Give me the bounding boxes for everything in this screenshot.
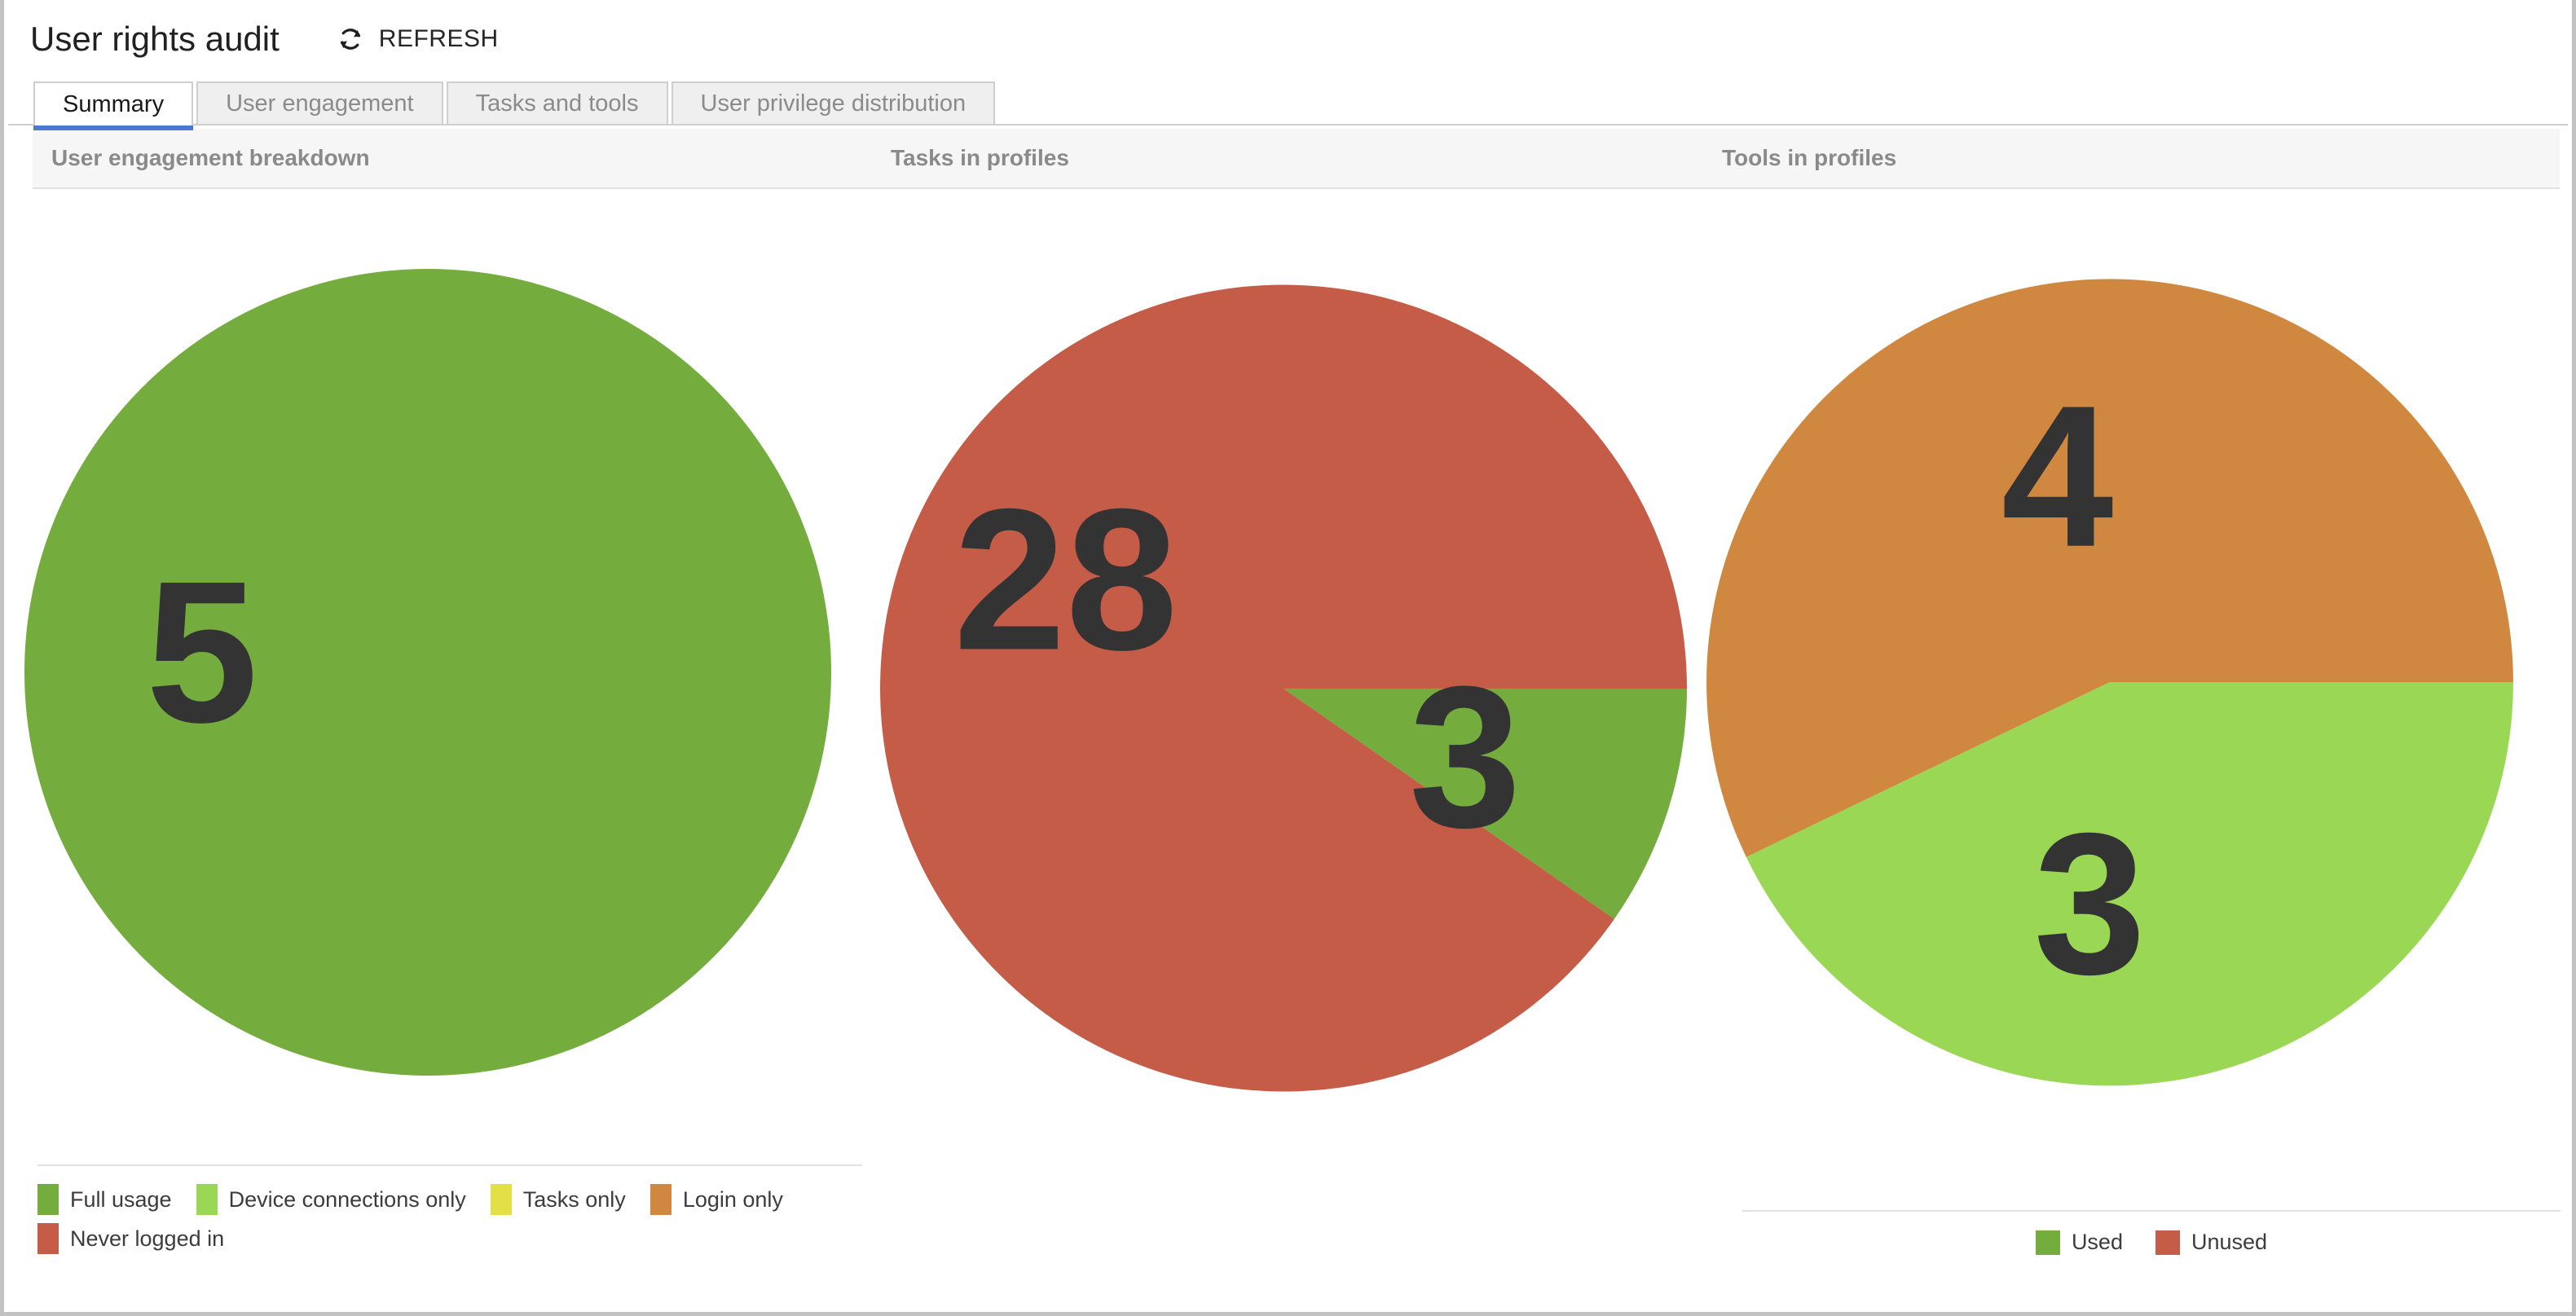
tab-label: Tasks and tools: [475, 90, 639, 117]
legend-item-login-only[interactable]: Login only: [650, 1184, 783, 1215]
refresh-button[interactable]: REFRESH: [335, 24, 499, 55]
column-header-strip: User engagement breakdown Tasks in profi…: [33, 129, 2560, 189]
pie-svg-2: 3 28: [880, 284, 1688, 1092]
legend-user-engagement-breakdown: Full usage Device connections only Tasks…: [37, 1164, 862, 1287]
legend-item-device-connections-only[interactable]: Device connections only: [196, 1184, 466, 1215]
tab-label: User privilege distribution: [700, 90, 967, 117]
column-header-user-engagement-breakdown: User engagement breakdown: [51, 145, 370, 170]
legend-label: Tasks only: [522, 1186, 626, 1212]
pie-chart-tools-in-profiles[interactable]: 3 4: [1706, 279, 2514, 1086]
charts-area: 5 Full usage Device connections only Tas…: [8, 189, 2568, 1308]
pie-data-label: 4: [2001, 364, 2114, 589]
legend-swatch-icon: [650, 1184, 672, 1215]
pie-chart-tasks-in-profiles[interactable]: 3 28: [880, 284, 1688, 1092]
user-rights-audit-window: User rights audit REFRESH Summary User e…: [0, 0, 2576, 1316]
legend-label: Device connections only: [228, 1186, 466, 1212]
refresh-label: REFRESH: [378, 25, 499, 52]
pie-data-label: 3: [2033, 791, 2146, 1016]
tabbar: Summary User engagement Tasks and tools …: [4, 78, 2572, 130]
pie-svg-1: 5: [24, 269, 831, 1076]
legend-row: Never logged in: [37, 1223, 862, 1254]
pie-data-label: 3: [1409, 645, 1521, 869]
tab-label: User engagement: [226, 90, 414, 117]
column-header-tools-in-profiles: Tools in profiles: [1722, 145, 1897, 170]
tab-user-engagement[interactable]: User engagement: [196, 81, 443, 125]
tab-summary[interactable]: Summary: [33, 81, 194, 130]
legend-swatch-icon: [37, 1184, 59, 1215]
legend-label: Never logged in: [70, 1226, 225, 1251]
panel-tasks-in-profiles: 3 28 Used Unused: [872, 189, 2561, 1308]
pie-svg-3: 3 4: [1706, 279, 2514, 1086]
legend-item-tasks-only[interactable]: Tasks only: [490, 1184, 626, 1215]
pie-data-label: 28: [953, 468, 1178, 693]
legend-item-full-usage[interactable]: Full usage: [37, 1184, 172, 1215]
page-title: User rights audit: [30, 20, 280, 58]
tab-user-privilege-distribution[interactable]: User privilege distribution: [671, 81, 996, 125]
tab-tasks-and-tools[interactable]: Tasks and tools: [446, 81, 668, 125]
tab-label: Summary: [63, 90, 165, 117]
refresh-icon: [335, 24, 366, 55]
legend-label: Full usage: [70, 1186, 172, 1212]
legend-swatch-icon: [490, 1184, 512, 1215]
column-header-tasks-in-profiles: Tasks in profiles: [891, 145, 1069, 170]
legend-item-never-logged-in[interactable]: Never logged in: [37, 1223, 224, 1254]
panel-tools-in-profiles: 3 4 Used Unused: [1703, 189, 2572, 1308]
legend-row: Full usage Device connections only Tasks…: [37, 1184, 862, 1215]
legend-label: Login only: [682, 1186, 783, 1212]
legend-swatch-icon: [196, 1184, 218, 1215]
legend-swatch-icon: [37, 1223, 59, 1254]
pie-data-label: 5: [146, 539, 258, 764]
titlebar: User rights audit REFRESH: [4, 0, 2572, 78]
pie-chart-user-engagement-breakdown[interactable]: 5: [24, 269, 831, 1076]
panel-user-engagement-breakdown: 5 Full usage Device connections only Tas…: [8, 189, 872, 1308]
